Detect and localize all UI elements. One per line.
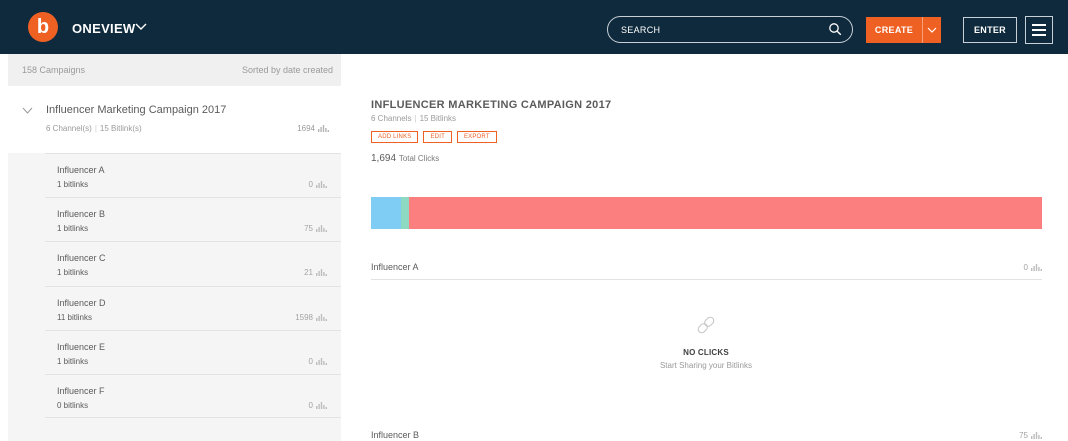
- oneview-menu-label[interactable]: ONEVIEW: [72, 21, 136, 36]
- bar-chart-icon: [1031, 264, 1042, 271]
- bitly-logo[interactable]: b: [28, 12, 58, 42]
- channel-row-clicks-value: 0: [1023, 263, 1028, 272]
- channel-item-influencer-f[interactable]: Influencer F 0 bitlinks 0: [45, 373, 341, 419]
- campaign-sidebar: 158 Campaigns Sorted by date created Inf…: [8, 54, 341, 441]
- channel-name: Influencer C: [57, 253, 106, 264]
- campaign-clicks-value: 1694: [297, 124, 315, 133]
- channel-clicks: 0: [309, 401, 327, 410]
- channel-row-influencer-b[interactable]: Influencer B 75: [371, 430, 1042, 441]
- channel-name: Influencer B: [57, 209, 106, 220]
- campaign-clicks: 1694: [297, 124, 329, 133]
- channel-item-influencer-a[interactable]: Influencer A 1 bitlinks 0: [45, 153, 341, 197]
- bar-segment-influencer-d[interactable]: [409, 197, 1042, 229]
- campaign-bitlinks: 15 Bitlink(s): [99, 124, 142, 133]
- bar-segment-influencer-c[interactable]: [400, 197, 410, 229]
- channel-item-influencer-e[interactable]: Influencer E 1 bitlinks 0: [45, 329, 341, 374]
- channel-clicks-value: 0: [308, 180, 313, 189]
- no-clicks-title: NO CLICKS: [683, 348, 729, 357]
- channel-clicks: 75: [304, 224, 327, 233]
- campaign-channels: 6 Channel(s): [46, 124, 92, 133]
- channel-bitlinks: 1 bitlinks: [57, 224, 89, 234]
- channel-row-clicks-value: 75: [1019, 431, 1028, 440]
- chevron-down-icon[interactable]: [134, 19, 148, 33]
- campaign-count: 158 Campaigns: [22, 65, 86, 75]
- channel-bitlinks: 11 bitlinks: [57, 312, 92, 322]
- channel-clicks-value: 0: [308, 400, 313, 410]
- sort-label[interactable]: Sorted by date created: [242, 65, 333, 75]
- create-dropdown-button[interactable]: [922, 17, 941, 43]
- create-button[interactable]: CREATE: [866, 17, 922, 43]
- hamburger-menu-icon[interactable]: [1025, 16, 1053, 44]
- chevron-down-icon: [927, 27, 937, 33]
- bar-chart-icon: [316, 269, 327, 277]
- channel-bitlinks: 1 bitlinks: [57, 356, 89, 366]
- bar-segment-influencer-b[interactable]: [371, 197, 401, 229]
- add-links-button[interactable]: ADD LINKS: [371, 131, 419, 143]
- campaign-actions: ADD LINKS EDIT EXPORT: [371, 131, 497, 143]
- search-placeholder: SEARCH: [621, 25, 661, 35]
- bar-chart-icon: [316, 357, 327, 365]
- channel-clicks-value: 1598: [295, 312, 313, 322]
- link-icon: [697, 316, 715, 334]
- total-clicks: 1,694 Total Clicks: [371, 153, 439, 164]
- channel-bitlinks: 0 bitlinks: [57, 400, 89, 410]
- export-button[interactable]: EXPORT: [456, 131, 497, 143]
- bar-chart-icon: [316, 181, 327, 188]
- campaign-channel-count: 6 Channels: [371, 114, 412, 123]
- channel-clicks-value: 21: [304, 268, 313, 278]
- bar-chart-icon: [316, 225, 327, 233]
- top-navigation-bar: b ONEVIEW SEARCH CREATE ENTER: [0, 0, 1068, 54]
- channel-list: Influencer A 1 bitlinks 0 Influencer B 1…: [45, 153, 341, 419]
- channel-clicks: 0: [309, 180, 327, 189]
- bar-chart-icon: [318, 125, 329, 132]
- channel-row-clicks: 75: [1019, 431, 1042, 440]
- campaign-heading: INFLUENCER MARKETING CAMPAIGN 2017: [371, 99, 612, 111]
- click-breakdown-bar: [371, 197, 1042, 229]
- channel-clicks-value: 0: [308, 356, 313, 366]
- campaign-meta: 6 Channel(s) | 15 Bitlink(s): [46, 124, 142, 133]
- channel-name: Influencer E: [57, 341, 106, 352]
- chevron-down-icon[interactable]: [22, 105, 33, 116]
- campaign-bitlink-count: 15 Bitlinks: [419, 114, 457, 123]
- total-clicks-value: 1,694: [371, 153, 397, 164]
- channel-item-influencer-b[interactable]: Influencer B 1 bitlinks 75: [45, 197, 341, 241]
- no-clicks-empty-state: NO CLICKS Start Sharing your Bitlinks: [620, 314, 792, 370]
- channel-name: Influencer F: [57, 385, 105, 396]
- edit-button[interactable]: EDIT: [423, 131, 452, 143]
- campaign-summary: 6 Channels | 15 Bitlinks: [371, 114, 457, 123]
- channel-item-influencer-c[interactable]: Influencer C 1 bitlinks 21: [45, 241, 341, 285]
- bar-chart-icon: [316, 313, 327, 321]
- channel-row-name: Influencer B: [371, 430, 420, 440]
- bar-chart-icon: [1031, 432, 1042, 439]
- channel-clicks-value: 75: [304, 224, 313, 234]
- search-input[interactable]: SEARCH: [607, 16, 853, 43]
- channel-clicks: 21: [304, 268, 327, 277]
- campaign-item[interactable]: Influencer Marketing Campaign 2017 6 Cha…: [8, 86, 341, 153]
- sidebar-header: 158 Campaigns Sorted by date created: [8, 54, 341, 86]
- channel-bitlinks: 1 bitlinks: [57, 180, 89, 189]
- channel-name: Influencer A: [57, 165, 105, 175]
- bar-chart-icon: [316, 401, 327, 409]
- campaign-title: Influencer Marketing Campaign 2017: [46, 104, 227, 116]
- channel-bitlinks: 1 bitlinks: [57, 268, 89, 278]
- channel-row-clicks: 0: [1024, 263, 1042, 272]
- enter-button[interactable]: ENTER: [963, 17, 1017, 43]
- channel-clicks: 1598: [295, 313, 327, 322]
- no-clicks-subtitle: Start Sharing your Bitlinks: [659, 361, 753, 370]
- total-clicks-label: Total Clicks: [398, 154, 440, 163]
- channel-row-name: Influencer A: [371, 262, 419, 272]
- channel-name: Influencer D: [57, 297, 106, 308]
- channel-row-influencer-a[interactable]: Influencer A 0: [371, 262, 1042, 280]
- channel-item-influencer-d[interactable]: Influencer D 11 bitlinks 1598: [45, 285, 341, 330]
- logo-letter: b: [36, 15, 50, 38]
- channel-clicks: 0: [309, 357, 327, 366]
- search-icon[interactable]: [828, 22, 842, 36]
